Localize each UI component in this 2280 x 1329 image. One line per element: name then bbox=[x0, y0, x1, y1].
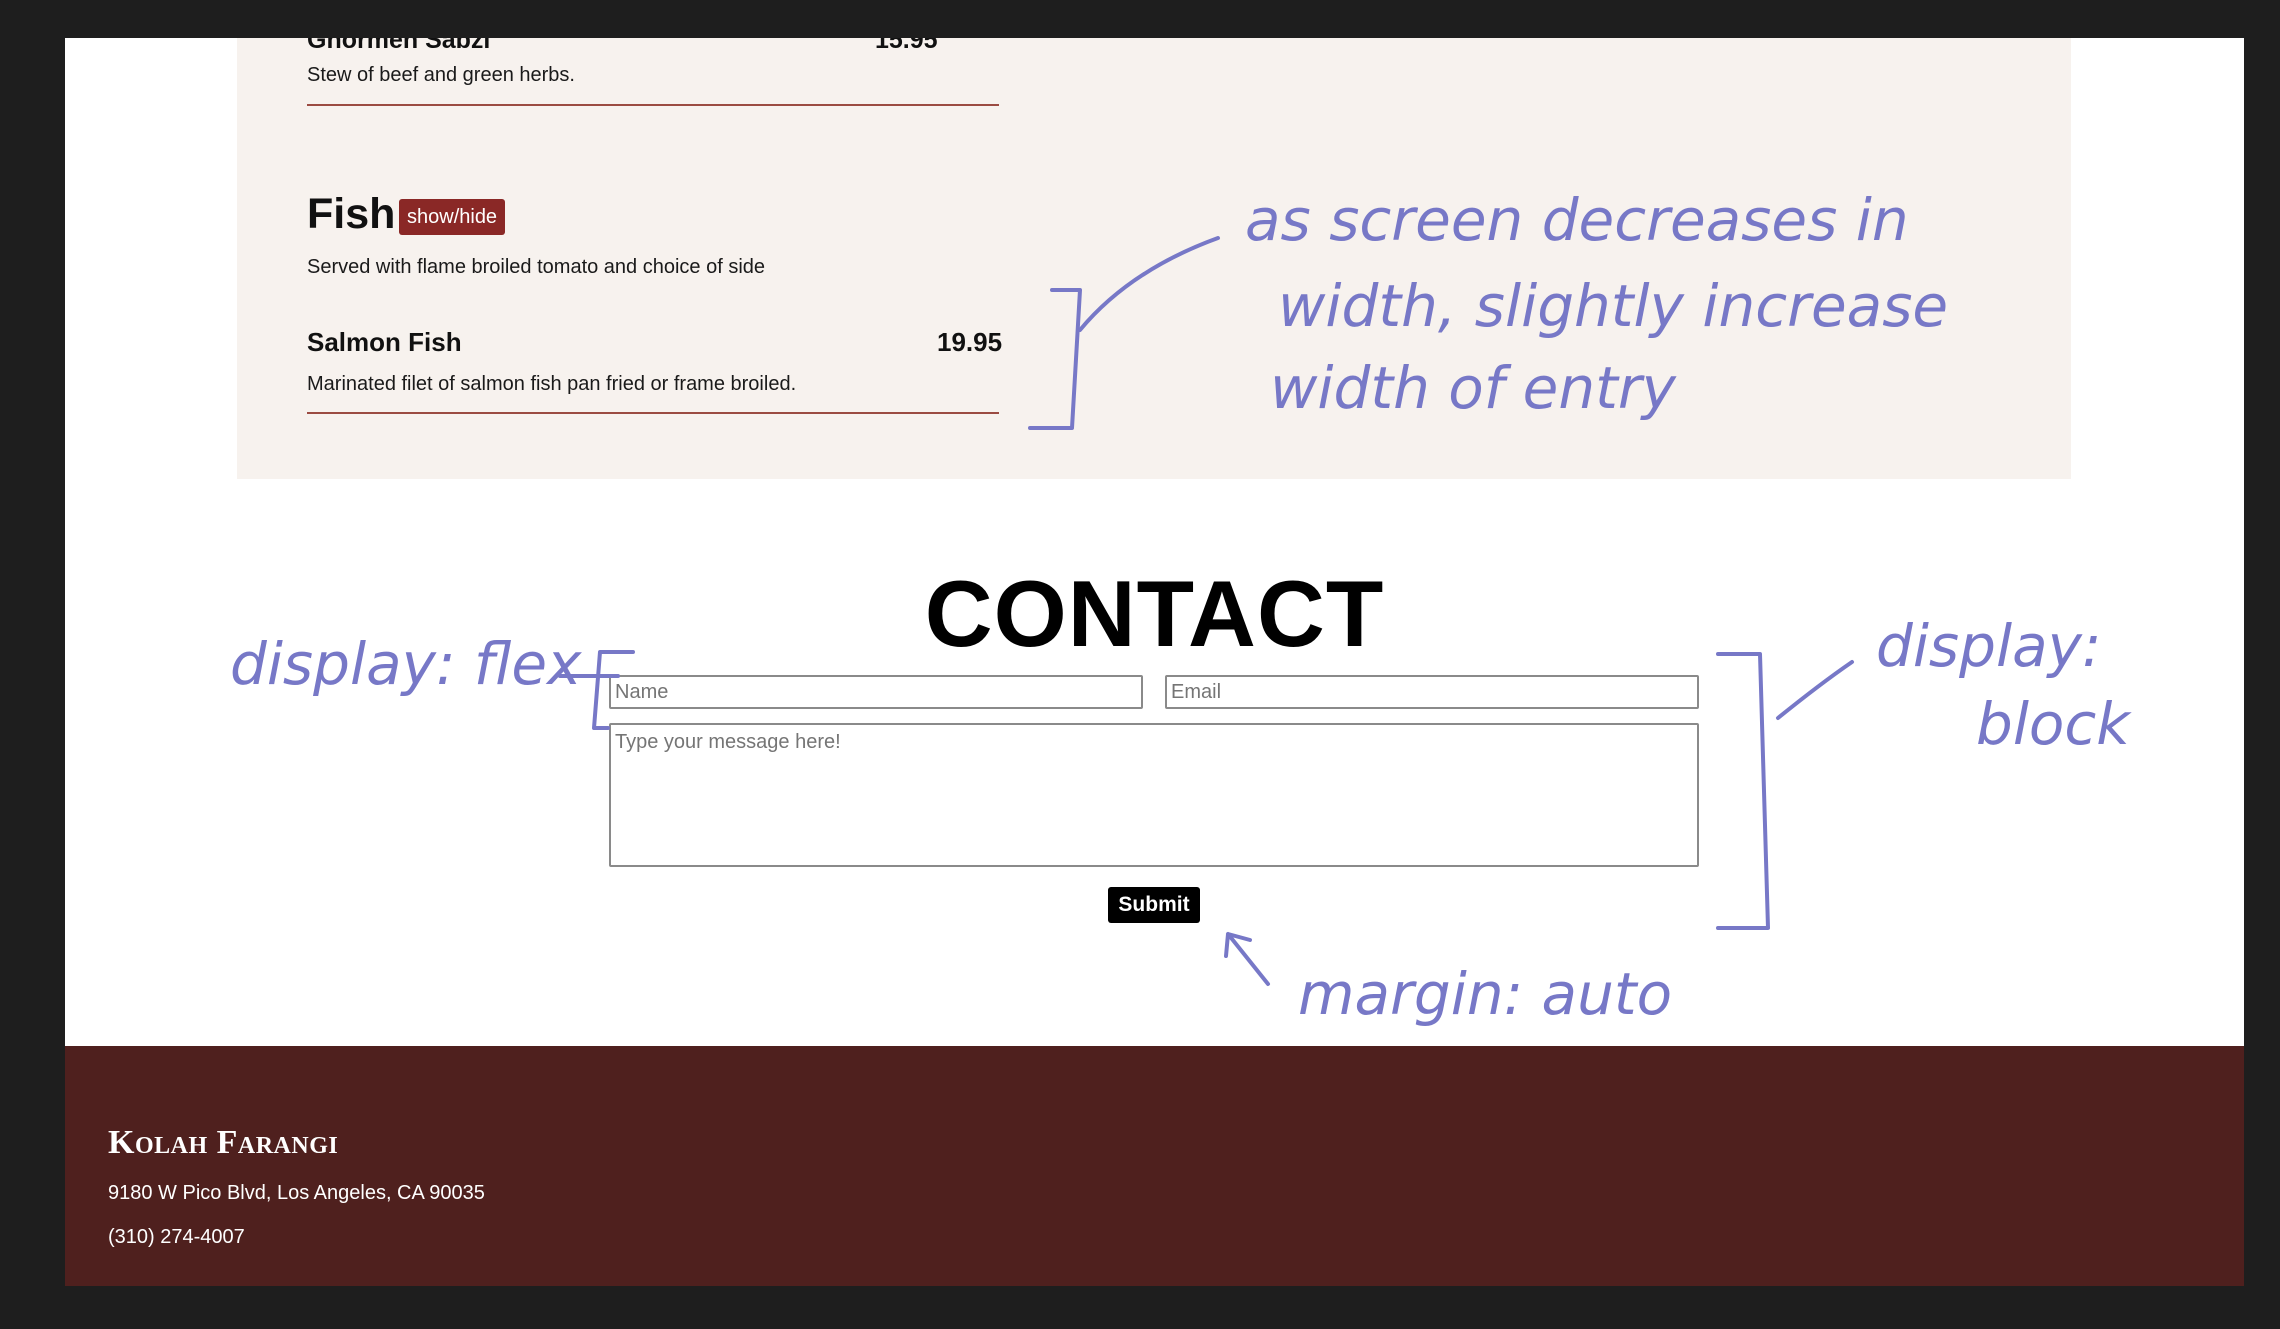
entry-note-line-1: as screen decreases in bbox=[1245, 186, 1909, 254]
flex-note: display: flex bbox=[230, 630, 582, 698]
flex-bracket bbox=[592, 650, 635, 730]
block-note-line-2: block bbox=[1976, 690, 2132, 758]
block-bracket bbox=[1716, 652, 1770, 930]
block-pointer bbox=[1776, 660, 1854, 720]
entry-bracket bbox=[1028, 288, 1082, 430]
margin-note: margin: auto bbox=[1298, 960, 1672, 1028]
annotation-layer: as screen decreases in width, slightly i… bbox=[230, 186, 2132, 1028]
entry-note-line-2: width, slightly increase bbox=[1278, 272, 1948, 340]
margin-arrow bbox=[1224, 932, 1270, 986]
block-note-line-1: display: bbox=[1876, 612, 2102, 680]
entry-note-line-3: width of entry bbox=[1270, 354, 1677, 422]
entry-pointer bbox=[1078, 236, 1220, 332]
